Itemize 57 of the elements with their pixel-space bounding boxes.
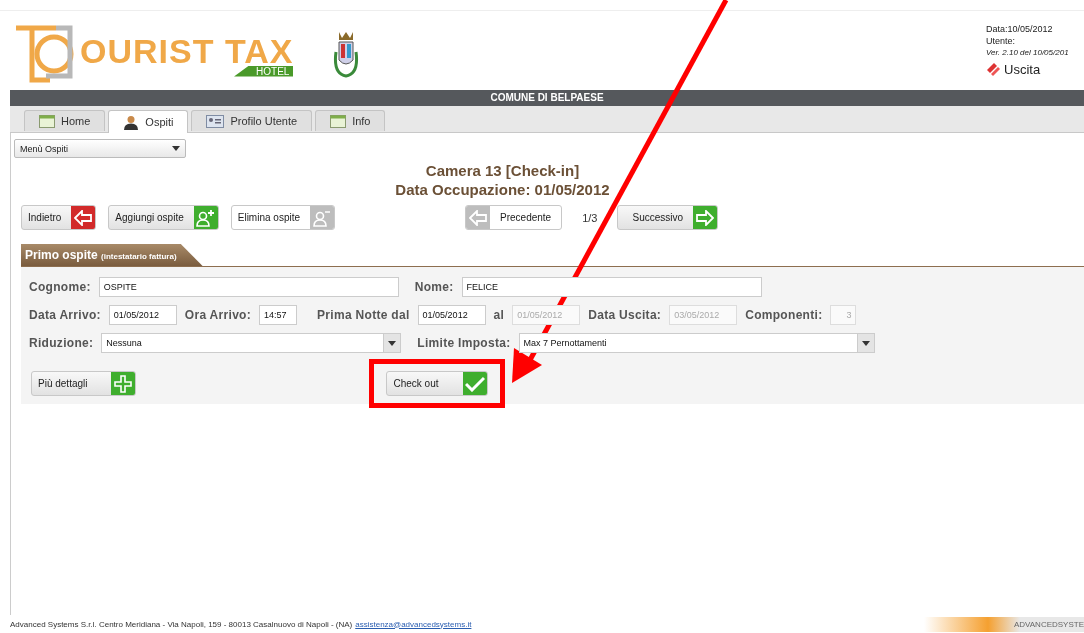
nav-tab[interactable]: Profilo Utente (191, 110, 313, 131)
brand-logo: ADVANCEDSYSTE (923, 616, 1084, 632)
right-arrow-icon (693, 206, 718, 229)
nav-tab[interactable]: Home (24, 110, 106, 131)
id-card-icon (206, 114, 225, 128)
email-link[interactable]: assistenza@advancedsystems.it (355, 619, 472, 629)
input-field[interactable]: 01/05/2012 (108, 305, 177, 325)
page-title: Data Occupazione: 01/05/2012 (395, 181, 610, 198)
version-label: Ver. 2.10 del 10/05/201 (986, 47, 1070, 57)
date-label: Data:10/05/2012 (986, 23, 1054, 34)
plus-icon (111, 372, 136, 395)
field-label: Data Arrivo: (29, 308, 101, 322)
page-counter: 1/3 (582, 211, 598, 224)
logo-text: OURIST TAX (80, 33, 294, 68)
input-field[interactable]: FELICE (461, 277, 762, 297)
nav-tab[interactable]: Ospiti (108, 110, 189, 133)
field-label: Cognome: (29, 280, 91, 294)
user-label: Utente: (986, 35, 1017, 46)
field-label: Ora Arrivo: (184, 308, 252, 322)
input-field[interactable]: 14:57 (259, 305, 298, 325)
input-field[interactable]: 01/05/2012 (417, 305, 486, 325)
select-field[interactable]: Max 7 Pernottamenti (518, 333, 875, 353)
caret-icon (172, 146, 180, 151)
chevron-down-icon (388, 340, 397, 346)
logout-link[interactable]: Uscita (1004, 61, 1041, 77)
field-label: Limite Imposta: (417, 336, 511, 350)
action-button[interactable]: Check out (386, 371, 488, 396)
footer-address: Advanced Systems S.r.l. Centro Meridiana - Via Napoli, 159 - 80013 Casalnuovo di Napoli - (NA) (10, 619, 353, 629)
coat-of-arms-icon (333, 30, 360, 80)
calendar-icon (330, 114, 347, 128)
nav-tab[interactable]: Info (315, 110, 386, 131)
chevron-down-icon (861, 340, 870, 346)
action-button[interactable]: Indietro (21, 205, 97, 230)
select-field[interactable]: Nessuna (101, 333, 402, 353)
left-arrow-icon (71, 206, 96, 229)
municipality-banner: COMUNE DI BELPAESE (10, 90, 1084, 106)
add-user-icon (193, 206, 218, 229)
logout-icon (986, 62, 1001, 76)
next-button[interactable]: Successivo (617, 205, 719, 230)
menu-dropdown[interactable]: Menù Ospiti (14, 139, 186, 158)
page-title: Camera 13 [Check-in] (425, 162, 580, 179)
input-field[interactable]: OSPITE (98, 277, 399, 297)
person-icon (123, 114, 140, 130)
field-label: Riduzione: (29, 336, 94, 350)
field-label: Prima Notte dal (317, 308, 410, 322)
field-label: Data Uscita: (588, 308, 662, 322)
field-label: Nome: (414, 280, 454, 294)
action-button[interactable]: Più dettagli (31, 371, 137, 396)
checkmark-icon (462, 372, 487, 395)
logo-badge: HOTEL (234, 65, 294, 77)
action-button[interactable]: Aggiungi ospite (108, 205, 219, 230)
left-arrow-icon (466, 206, 490, 229)
user-icon (310, 206, 334, 229)
calendar-icon (39, 114, 55, 128)
field-label: Componenti: (745, 308, 823, 322)
field-label: al (493, 308, 505, 322)
section-header: Primo ospite (intestatario fattura) (21, 244, 203, 266)
